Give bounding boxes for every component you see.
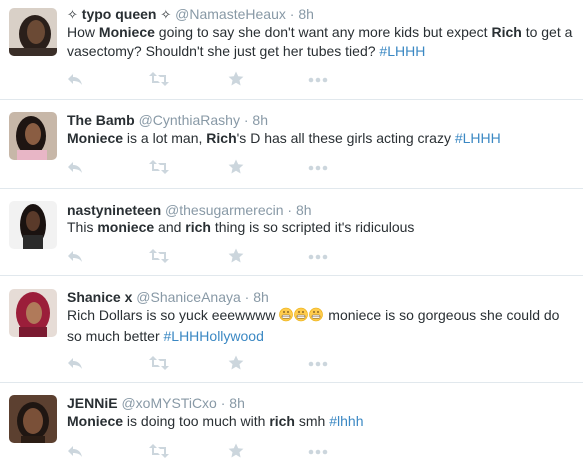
display-name[interactable]: The Bamb [67,112,135,128]
separator-dot: · [243,112,249,128]
sparkle-icon: ✧ [67,7,78,22]
tweet-card[interactable]: Shanice x @ShaniceAnaya · 8h Rich Dollar… [0,276,583,383]
star-icon[interactable] [228,355,244,373]
avatar[interactable] [9,395,57,443]
user-handle[interactable]: @CynthiaRashy [139,112,240,128]
keyword-highlight: rich [269,413,295,429]
user-handle[interactable]: @xoMYSTiCxo [121,395,216,411]
star-icon[interactable] [228,248,244,266]
tweet-text: How Moniece going to say she don't want … [67,23,575,61]
keyword-highlight: Rich [491,24,522,40]
timestamp[interactable]: 8h [229,395,245,411]
reply-icon[interactable] [67,71,83,89]
separator-dot: · [220,395,226,411]
hashtag-link[interactable]: #lhhh [329,413,363,429]
reply-icon[interactable] [67,443,83,461]
grimacing-face-emoji [279,307,324,327]
sparkle-icon: ✧ [160,7,172,22]
display-name[interactable]: typo queen [82,6,157,22]
keyword-highlight: Moniece [98,24,155,40]
tweet-card[interactable]: nastynineteen @thesugarmerecin · 8h This… [0,189,583,276]
retweet-icon[interactable] [149,71,169,89]
keyword-highlight: rich [185,219,211,235]
tweet-text-segment: smh [295,413,330,429]
reply-icon[interactable] [67,355,83,373]
star-icon[interactable] [228,159,244,177]
tweet-text-segment: thing is so scripted it's ridiculous [210,219,415,235]
star-icon[interactable] [228,71,244,89]
tweet-text-segment: How [67,24,99,40]
retweet-icon[interactable] [149,443,169,461]
display-name[interactable]: nastynineteen [67,202,161,218]
retweet-icon[interactable] [149,248,169,266]
display-name[interactable]: JENNiE [67,395,118,411]
reply-icon[interactable] [67,248,83,266]
more-icon[interactable] [308,355,328,373]
more-icon[interactable] [308,159,328,177]
avatar[interactable] [9,201,57,249]
timestamp[interactable]: 8h [298,6,314,22]
more-icon[interactable] [308,443,328,461]
user-handle[interactable]: @thesugarmerecin [165,202,284,218]
tweet-text-segment: is a lot man, [123,130,207,146]
timestamp[interactable]: 8h [296,202,312,218]
separator-dot: · [289,6,295,22]
reply-icon[interactable] [67,159,83,177]
retweet-icon[interactable] [149,355,169,373]
more-icon[interactable] [308,248,328,266]
tweet-card[interactable]: The Bamb @CynthiaRashy · 8h Moniece is a… [0,100,583,189]
tweet-text-segment: 's D has all these girls acting crazy [236,130,455,146]
tweet-text: This moniece and rich thing is so script… [67,218,575,237]
separator-dot: · [244,289,250,305]
tweet-text-segment: This [67,219,98,235]
avatar[interactable] [9,8,57,56]
tweet-text-segment: going to say she don't want any more kid… [154,24,492,40]
tweet-text-segment: is doing too much with [123,413,270,429]
tweet-text-segment: and [154,219,186,235]
keyword-highlight: Moniece [67,130,124,146]
tweet-timeline: ✧ typo queen ✧ @NamasteHeaux · 8h How Mo… [0,0,583,476]
more-icon[interactable] [308,71,328,89]
avatar[interactable] [9,112,57,160]
display-name[interactable]: Shanice x [67,289,132,305]
separator-dot: · [287,202,293,218]
retweet-icon[interactable] [149,159,169,177]
tweet-card[interactable]: ✧ typo queen ✧ @NamasteHeaux · 8h How Mo… [0,0,583,100]
tweet-text: Moniece is doing too much with rich smh … [67,412,575,431]
user-handle[interactable]: @NamasteHeaux [175,6,286,22]
avatar[interactable] [9,289,57,337]
keyword-highlight: Moniece [67,413,124,429]
user-handle[interactable]: @ShaniceAnaya [136,289,241,305]
tweet-text-segment: Rich Dollars is so yuck eeewwww [67,307,280,323]
hashtag-link[interactable]: #LHHH [379,43,425,59]
tweet-card[interactable]: JENNiE @xoMYSTiCxo · 8h Moniece is doing… [0,383,583,476]
hashtag-link[interactable]: #LHHHollywood [164,328,264,344]
star-icon[interactable] [228,443,244,461]
tweet-text: Moniece is a lot man, Rich's D has all t… [67,129,575,148]
tweet-text: Rich Dollars is so yuck eeewwww moniece … [67,306,575,346]
keyword-highlight: moniece [97,219,155,235]
hashtag-link[interactable]: #LHHH [455,130,501,146]
keyword-highlight: Rich [206,130,237,146]
timestamp[interactable]: 8h [252,112,268,128]
timestamp[interactable]: 8h [253,289,269,305]
